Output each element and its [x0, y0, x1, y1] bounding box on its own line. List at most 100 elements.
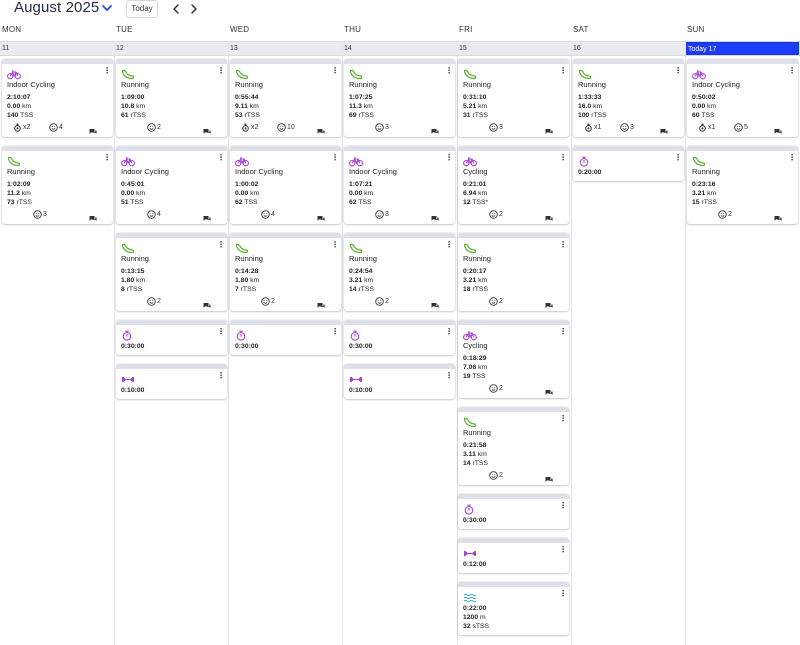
workout-card[interactable]: 0:10:00 — [116, 364, 227, 399]
more-options-icon[interactable] — [788, 67, 792, 75]
more-options-icon[interactable] — [788, 154, 792, 162]
workout-card[interactable]: Indoor Cycling 1:07:21 0.00 km 62 TSS3 — [344, 146, 455, 224]
more-options-icon[interactable] — [445, 154, 449, 162]
chevron-down-icon[interactable] — [100, 1, 114, 15]
more-options-icon[interactable] — [217, 67, 221, 75]
more-options-icon[interactable] — [103, 154, 107, 162]
workout-card[interactable]: Running 0:24:54 3.21 km 14 rTSS2 — [344, 233, 455, 311]
feel-rating[interactable]: 2 — [147, 122, 161, 133]
comments-icon[interactable] — [545, 384, 553, 395]
feel-rating[interactable]: 2 — [489, 470, 503, 481]
workout-card[interactable]: 0:30:00 — [116, 320, 227, 355]
chevron-left-icon[interactable] — [170, 3, 182, 15]
date-cell-sat[interactable]: 16 — [571, 42, 685, 55]
more-options-icon[interactable] — [559, 502, 563, 510]
comments-icon[interactable] — [545, 471, 553, 482]
month-title[interactable]: August 2025 — [14, 0, 99, 16]
feel-rating[interactable]: 2 — [489, 383, 503, 394]
workout-card[interactable]: Running 1:07:25 11.3 km 69 rTSS3 — [344, 59, 455, 137]
equipment-count[interactable]: x2 — [13, 122, 30, 133]
date-cell-today[interactable]: Today 17 — [685, 42, 799, 55]
feel-rating[interactable]: 3 — [375, 209, 389, 220]
more-options-icon[interactable] — [674, 67, 678, 75]
more-options-icon[interactable] — [559, 328, 563, 336]
more-options-icon[interactable] — [445, 67, 449, 75]
comments-icon[interactable] — [317, 123, 325, 134]
more-options-icon[interactable] — [217, 154, 221, 162]
workout-card[interactable]: Running 1:02:09 11.2 km 73 rTSS3 — [2, 146, 113, 224]
chevron-right-icon[interactable] — [188, 3, 200, 15]
workout-card[interactable]: Running 0:13:15 1.80 km 8 rTSS 2 — [116, 233, 227, 311]
comments-icon[interactable] — [660, 123, 668, 134]
date-cell-thu[interactable]: 14 — [342, 42, 457, 55]
date-cell-tue[interactable]: 12 — [114, 42, 228, 55]
workout-card[interactable]: Indoor Cycling 1:00:02 0.00 km 62 TSS4 — [230, 146, 341, 224]
more-options-icon[interactable] — [331, 241, 335, 249]
more-options-icon[interactable] — [103, 67, 107, 75]
more-options-icon[interactable] — [559, 241, 563, 249]
more-options-icon[interactable] — [559, 546, 563, 554]
workout-card[interactable]: Running 1:33:33 16.0 km 100 rTSS x1 3 — [573, 59, 684, 137]
feel-rating[interactable]: 2 — [375, 296, 389, 307]
feel-rating[interactable]: 2 — [489, 296, 503, 307]
feel-rating[interactable]: 4 — [147, 209, 161, 220]
today-button[interactable]: Today — [126, 0, 158, 18]
date-cell-fri[interactable]: 15 — [457, 42, 571, 55]
more-options-icon[interactable] — [331, 154, 335, 162]
more-options-icon[interactable] — [217, 241, 221, 249]
more-options-icon[interactable] — [559, 154, 563, 162]
comments-icon[interactable] — [317, 297, 325, 308]
more-options-icon[interactable] — [559, 67, 563, 75]
workout-card[interactable]: Indoor Cycling 0:45:01 0.00 km 51 TSS4 — [116, 146, 227, 224]
feel-rating[interactable]: 3 — [489, 122, 503, 133]
workout-card[interactable]: Running 1:09:00 10.8 km 61 rTSS2 — [116, 59, 227, 137]
more-options-icon[interactable] — [331, 67, 335, 75]
workout-card[interactable]: Running 0:55:44 9.11 km 53 rTSS x2 10 — [230, 59, 341, 137]
more-options-icon[interactable] — [559, 415, 563, 423]
equipment-count[interactable]: x1 — [584, 122, 601, 133]
feel-rating[interactable]: 5 — [734, 122, 748, 133]
comments-icon[interactable] — [203, 210, 211, 221]
more-options-icon[interactable] — [674, 154, 678, 162]
comments-icon[interactable] — [89, 210, 97, 221]
workout-card[interactable]: 0:12:00 — [458, 538, 569, 573]
equipment-count[interactable]: x1 — [698, 122, 715, 133]
more-options-icon[interactable] — [217, 328, 221, 336]
feel-rating[interactable]: 3 — [33, 209, 47, 220]
comments-icon[interactable] — [545, 123, 553, 134]
more-options-icon[interactable] — [445, 372, 449, 380]
comments-icon[interactable] — [89, 123, 97, 134]
more-options-icon[interactable] — [445, 241, 449, 249]
feel-rating[interactable]: 4 — [49, 122, 63, 133]
comments-icon[interactable] — [431, 210, 439, 221]
more-options-icon[interactable] — [445, 328, 449, 336]
comments-icon[interactable] — [203, 297, 211, 308]
workout-card[interactable]: 0:30:00 — [230, 320, 341, 355]
workout-card[interactable]: 0:30:00 — [458, 494, 569, 529]
feel-rating[interactable]: 2 — [261, 296, 275, 307]
comments-icon[interactable] — [203, 123, 211, 134]
feel-rating[interactable]: 3 — [375, 122, 389, 133]
comments-icon[interactable] — [431, 297, 439, 308]
feel-rating[interactable]: 3 — [620, 122, 634, 133]
feel-rating[interactable]: 10 — [277, 122, 295, 133]
workout-card[interactable]: Indoor Cycling 0:50:02 0.00 km 60 TSS x1 5 — [687, 59, 798, 137]
workout-card[interactable]: 0:10:00 — [344, 364, 455, 399]
feel-rating[interactable]: 2 — [718, 209, 732, 220]
more-options-icon[interactable] — [331, 328, 335, 336]
comments-icon[interactable] — [774, 123, 782, 134]
workout-card[interactable]: 0:20:00 — [573, 146, 684, 181]
comments-icon[interactable] — [774, 210, 782, 221]
workout-card[interactable]: Running 0:31:10 5.21 km 31 rTSS3 — [458, 59, 569, 137]
comments-icon[interactable] — [317, 210, 325, 221]
comments-icon[interactable] — [545, 210, 553, 221]
workout-card[interactable]: Running 0:21:58 3.11 km 14 rTSS2 — [458, 407, 569, 485]
date-cell-wed[interactable]: 13 — [228, 42, 342, 55]
date-cell-mon[interactable]: 11 — [0, 42, 114, 55]
workout-card[interactable]: Running 0:20:17 3.21 km 18 rTSS2 — [458, 233, 569, 311]
feel-rating[interactable]: 4 — [261, 209, 275, 220]
comments-icon[interactable] — [545, 297, 553, 308]
more-options-icon[interactable] — [217, 372, 221, 380]
equipment-count[interactable]: x2 — [241, 122, 258, 133]
workout-card[interactable]: Cycling 0:21:01 6.94 km 12 TSS*2 — [458, 146, 569, 224]
